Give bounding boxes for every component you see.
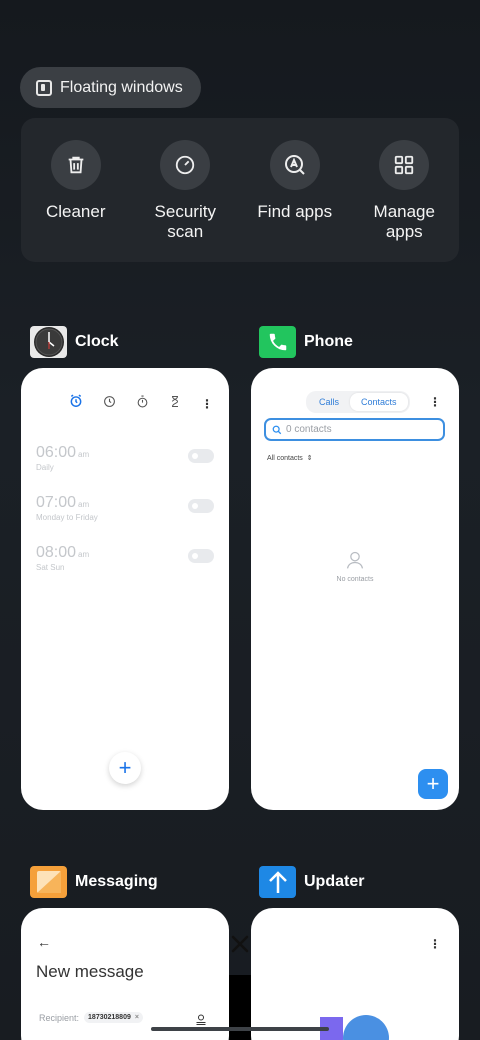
security-scan-label: Security scan [154,202,216,241]
add-icon: + [426,771,440,796]
world-clock-tab-icon[interactable] [103,395,116,413]
messaging-app-icon [30,866,67,898]
sort-icon: ⇕ [306,455,313,462]
home-indicator[interactable] [151,1027,329,1031]
recipient-chip[interactable]: 18730218809 × [84,1012,143,1023]
floating-window-icon [36,79,52,96]
updater-more-icon[interactable]: ⋮ [429,938,441,950]
manage-apps-label: Manage apps [373,202,435,241]
close-icon [231,935,249,953]
alarm-tab-icon[interactable] [69,394,83,413]
messaging-app-name: Messaging [75,873,158,890]
recipient-row[interactable]: Recipient: 18730218809 × [39,1012,143,1023]
recipient-label: Recipient: [39,1012,80,1023]
person-icon [346,551,364,569]
clock-tabs: ⋮ [69,394,213,413]
contacts-filter-dropdown[interactable]: All contacts ⇕ [267,454,313,463]
cleaner-label: Cleaner [45,202,106,221]
add-alarm-button[interactable]: + [109,752,141,784]
manage-apps-icon [379,140,430,190]
phone-app-header[interactable]: Phone [259,326,353,358]
alarm-row[interactable]: 08:00 am Sat Sun [36,544,214,572]
updater-app-name: Updater [304,873,365,890]
find-apps-icon [269,140,320,190]
clock-app-icon [30,326,67,358]
find-apps-button[interactable]: Find apps [245,118,345,262]
contacts-filter-label: All contacts [267,454,303,462]
alarm-toggle[interactable] [188,499,214,513]
phone-more-icon[interactable]: ⋮ [429,396,441,408]
new-message-title: New message [36,962,144,981]
cleaner-button[interactable]: Cleaner [26,118,126,262]
phone-app-icon [259,326,296,358]
empty-state-text: No contacts [336,576,374,583]
trash-icon [50,140,101,190]
search-placeholder: 0 contacts [286,424,332,435]
alarm-time: 08:00 [36,544,77,561]
recipient-number: 18730218809 [88,1014,131,1021]
quick-tools-panel: Cleaner Security scan Find apps Manage a… [21,118,459,262]
tab-contacts[interactable]: Contacts [350,393,408,411]
alarm-toggle[interactable] [188,549,214,563]
clock-app-name: Clock [75,333,119,350]
alarm-row[interactable]: 07:00 am Monday to Friday [36,494,214,522]
clock-app-card[interactable]: ⋮ 06:00 am Daily 07:00 am Monday to Friday… [21,368,229,810]
contacts-search-input[interactable]: 0 contacts [264,418,445,441]
back-arrow-icon[interactable]: ← [37,934,51,950]
clock-more-icon[interactable]: ⋮ [201,398,213,410]
alarm-repeat: Sat Sun [36,563,65,572]
manage-apps-button[interactable]: Manage apps [354,118,454,262]
alarm-ampm: am [78,450,90,459]
add-icon: + [118,755,132,780]
clock-app-header[interactable]: Clock [30,326,119,358]
timer-tab-icon[interactable] [169,395,181,413]
updater-app-card[interactable]: ⋮ [251,908,459,1040]
search-icon [272,425,282,434]
floating-windows-label: Floating windows [60,78,183,96]
phone-app-card[interactable]: Calls Contacts ⋮ 0 contacts All contacts… [251,368,459,810]
empty-state: No contacts [251,550,459,583]
security-scan-icon [160,140,211,190]
add-contact-button[interactable]: + [418,769,448,799]
alarm-ampm: am [78,500,90,509]
messaging-app-card[interactable]: ← New message Recipient: 18730218809 × [21,908,229,1040]
updater-illustration-circle [343,1015,389,1040]
alarm-repeat: Monday to Friday [36,513,98,522]
chip-remove-icon[interactable]: × [135,1014,139,1021]
alarm-time: 07:00 [36,494,77,511]
phone-app-name: Phone [304,333,353,350]
floating-windows-button[interactable]: Floating windows [20,67,201,108]
tab-calls[interactable]: Calls [308,393,350,411]
alarm-ampm: am [78,550,90,559]
contact-picker-icon[interactable] [195,1013,207,1026]
messaging-app-header[interactable]: Messaging [30,866,158,898]
close-all-button[interactable] [228,930,252,958]
alarm-row[interactable]: 06:00 am Daily [36,444,214,472]
find-apps-label: Find apps [257,202,333,221]
alarm-time: 06:00 [36,444,77,461]
updater-app-icon [259,866,296,898]
alarm-repeat: Daily [36,463,54,472]
security-scan-button[interactable]: Security scan [135,118,235,262]
stopwatch-tab-icon[interactable] [136,395,149,413]
alarm-toggle[interactable] [188,449,214,463]
updater-app-header[interactable]: Updater [259,866,364,898]
phone-tabs: Calls Contacts [306,391,410,413]
